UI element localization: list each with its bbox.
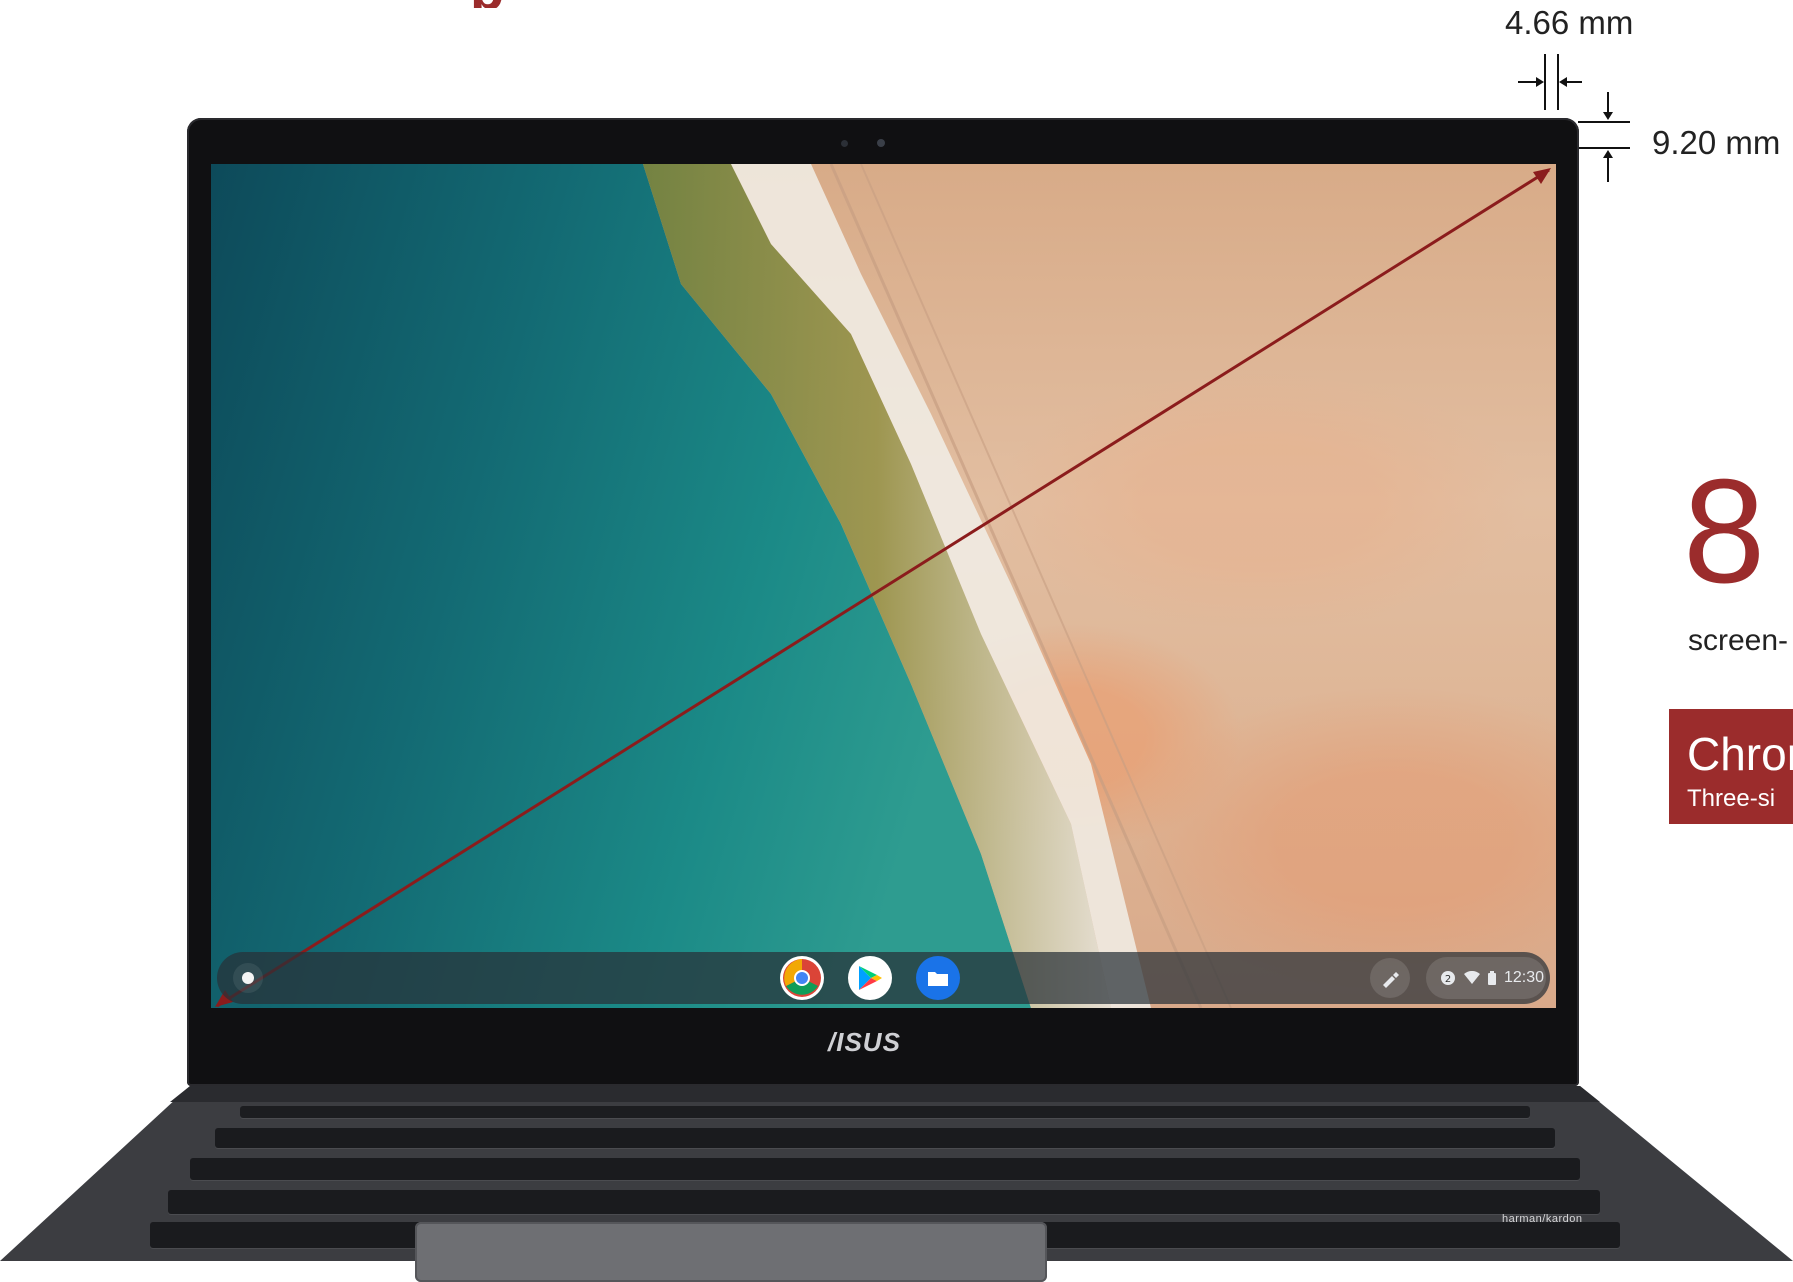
asus-logo: /ISUS (828, 1027, 901, 1057)
chromeos-shelf: 2 12:30 (217, 952, 1550, 1004)
screen: 2 12:30 (211, 164, 1556, 1008)
page-title-fragment: p (470, 0, 560, 8)
screen-ratio-number: 8 (1683, 449, 1766, 614)
screen-ratio-caption: screen- (1688, 624, 1789, 657)
files-app-button[interactable] (916, 956, 960, 1000)
speaker-brand-label: harman/kardon (1502, 1213, 1583, 1225)
feature-badge: Chror Three-si (1669, 709, 1793, 824)
side-bezel-label: 4.66 mm (1505, 4, 1634, 41)
files-icon (928, 972, 948, 986)
home-key-row[interactable] (168, 1190, 1600, 1214)
chrome-icon (783, 959, 821, 997)
chrome-app-button[interactable] (780, 956, 824, 1000)
screen-diagonal-arrow (215, 168, 1551, 1008)
stylus-icon (1383, 972, 1399, 988)
status-tray[interactable]: 2 12:30 (1426, 957, 1546, 999)
top-letter-key-row[interactable] (190, 1158, 1580, 1180)
svg-text:2: 2 (1445, 974, 1451, 985)
camera-sensor-icon (841, 140, 848, 147)
number-key-row[interactable] (215, 1128, 1555, 1148)
top-bezel-label: 9.20 mm (1652, 124, 1781, 161)
launcher-button[interactable] (233, 963, 263, 993)
battery-icon (1488, 971, 1496, 985)
notification-icon: 2 (1441, 971, 1455, 985)
play-store-icon (859, 966, 882, 990)
play-store-app-button[interactable] (848, 956, 892, 1000)
camera-icon (877, 139, 885, 147)
launcher-icon (242, 972, 254, 984)
function-key-row[interactable] (240, 1106, 1530, 1118)
clock: 12:30 (1504, 969, 1545, 986)
stylus-tools-button[interactable] (1370, 958, 1410, 998)
wifi-icon (1464, 971, 1480, 984)
touchpad[interactable] (415, 1222, 1047, 1282)
feature-badge-title: Chror (1687, 728, 1793, 780)
feature-badge-subtitle: Three-si (1687, 785, 1776, 812)
